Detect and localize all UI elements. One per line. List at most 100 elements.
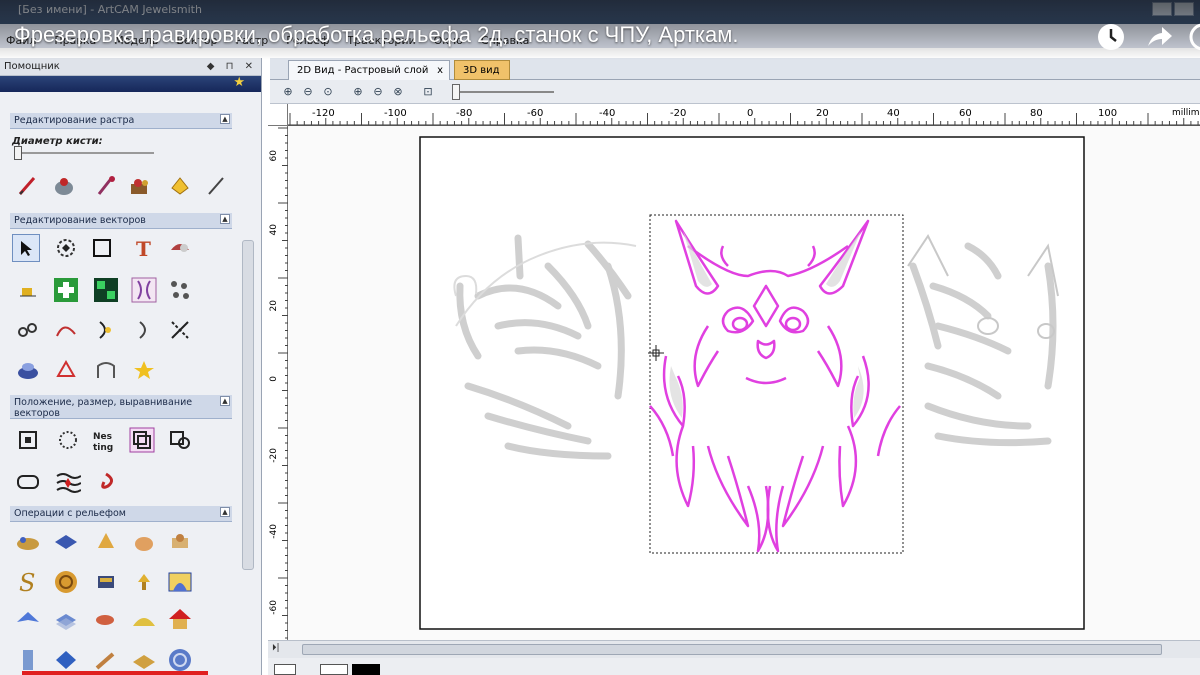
relief-pen-icon[interactable] — [92, 646, 120, 674]
zoom-toolbar: ⊕ ⊖ ⊙ ⊕ ⊖ ⊗ ⊡ — [270, 80, 1200, 104]
h-tick-label: -120 — [312, 108, 335, 119]
panel-header-buttons[interactable]: ◆ ⊓ ✕ — [207, 58, 257, 76]
info-icon[interactable] — [1188, 22, 1200, 52]
brush-diameter-slider[interactable] — [14, 146, 22, 160]
zoom-window-icon[interactable]: ⊕ — [350, 84, 366, 100]
relief-plane-icon[interactable] — [52, 528, 80, 556]
pencil-tool-icon[interactable] — [14, 172, 42, 200]
chain-icon[interactable] — [14, 316, 42, 344]
relief-diamond-icon[interactable] — [52, 646, 80, 674]
h-tick-label: 20 — [816, 108, 829, 119]
weld-icon[interactable] — [52, 276, 80, 304]
relief-bird-icon[interactable] — [14, 606, 42, 634]
relief-dome-icon[interactable] — [130, 606, 158, 634]
relief-tray-icon[interactable] — [130, 646, 158, 674]
collapse-icon[interactable]: ▲ — [220, 114, 230, 124]
zoom-out-icon[interactable]: ⊖ — [300, 84, 316, 100]
spiral-icon[interactable] — [92, 468, 120, 496]
group-icon[interactable] — [128, 426, 156, 454]
paint-bucket-icon[interactable] — [50, 172, 78, 200]
box-shape-icon[interactable] — [14, 468, 42, 496]
relief-combine-icon[interactable] — [14, 528, 42, 556]
h-tick-label: -40 — [599, 108, 616, 119]
minimize-button[interactable] — [1152, 2, 1172, 16]
mirror-icon[interactable] — [130, 276, 158, 304]
maximize-button[interactable] — [1174, 2, 1194, 16]
curve-icon[interactable] — [52, 316, 80, 344]
relief-fish-icon[interactable] — [92, 606, 120, 634]
v-tick-label: 40 — [269, 224, 279, 236]
panel-scrollbar[interactable] — [242, 240, 254, 570]
nesting-icon[interactable]: Nes ting — [92, 426, 120, 454]
svg-text:S: S — [19, 569, 35, 595]
section-relief-ops-label: Операции с рельефом — [14, 508, 126, 519]
color-swatch-secondary[interactable] — [352, 664, 380, 675]
relief-arch-icon[interactable] — [166, 568, 194, 596]
collapse-icon[interactable]: ▲ — [220, 396, 230, 406]
relief-offset-icon[interactable] — [166, 528, 194, 556]
select-arrow-icon[interactable] — [12, 234, 40, 262]
zoom-in-icon[interactable]: ⊕ — [280, 84, 296, 100]
bezier-node-icon[interactable] — [92, 356, 120, 384]
array-icon[interactable] — [166, 276, 194, 304]
relief-column-icon[interactable] — [14, 646, 42, 674]
section-relief-ops[interactable]: Операции с рельефом ▲ — [10, 506, 232, 522]
video-progress-bar[interactable] — [22, 671, 208, 675]
collapse-icon[interactable]: ▲ — [220, 507, 230, 517]
color-swatch[interactable] — [274, 664, 296, 675]
relief-scale-icon[interactable] — [92, 528, 120, 556]
offset-icon[interactable] — [52, 356, 80, 384]
relief-roof-icon[interactable] — [166, 606, 194, 634]
horizontal-scrollbar[interactable]: ⏵| — [268, 640, 1200, 658]
zoom-fit-icon[interactable]: ⊙ — [320, 84, 336, 100]
rotate-icon[interactable] — [54, 426, 82, 454]
artcam-screen: [Без имени] - ArtCAM Jewelsmith Файл Пра… — [0, 0, 1200, 675]
rectangle-icon[interactable] — [88, 234, 116, 262]
section-vector-edit[interactable]: Редактирование векторов ▲ — [10, 213, 232, 229]
preview-icon[interactable]: ⊡ — [420, 84, 436, 100]
paint-tool-icon[interactable] — [126, 172, 154, 200]
section-raster-edit[interactable]: Редактирование растра ▲ — [10, 113, 232, 129]
tab-3d-view[interactable]: 3D вид — [454, 60, 510, 80]
h-tick-label: 0 — [747, 108, 754, 119]
relief-sphere-icon[interactable] — [166, 646, 194, 674]
trim-icon[interactable] — [14, 276, 42, 304]
bezier-icon[interactable] — [92, 316, 120, 344]
tab-close-icon[interactable]: x — [437, 61, 443, 81]
text-tool-icon[interactable]: T — [130, 234, 158, 262]
align-icon[interactable] — [166, 426, 194, 454]
center-icon[interactable] — [14, 426, 42, 454]
share-icon[interactable] — [1144, 22, 1174, 52]
clock-icon[interactable] — [1096, 22, 1126, 52]
cut-icon[interactable] — [166, 316, 194, 344]
relief-lamp-icon[interactable] — [130, 568, 158, 596]
arc-icon[interactable] — [130, 316, 158, 344]
video-title[interactable]: Фрезеровка гравировки, обработка рельефа… — [14, 22, 739, 48]
node-edit-icon[interactable] — [52, 234, 80, 262]
zoom-previous-icon[interactable]: ⊖ — [370, 84, 386, 100]
matrix-icon[interactable] — [92, 276, 120, 304]
tab-2d-view[interactable]: 2D Вид - Растровый слой x — [288, 60, 450, 80]
shape-tool-icon[interactable] — [166, 234, 194, 262]
section-position[interactable]: Положение, размер, выравнивание векторов… — [10, 395, 232, 419]
color-swatch-primary[interactable] — [320, 664, 348, 675]
scroll-left-icon[interactable]: ⏵| — [272, 643, 280, 653]
relief-texture-icon[interactable] — [52, 568, 80, 596]
fill-icon[interactable] — [166, 172, 194, 200]
horizontal-scroll-thumb[interactable] — [302, 644, 1162, 655]
window-controls — [1152, 2, 1194, 16]
collapse-icon[interactable]: ▲ — [220, 214, 230, 224]
brush-icon[interactable] — [202, 172, 230, 200]
drawing-canvas[interactable] — [288, 126, 1200, 640]
extrude-icon[interactable] — [14, 356, 42, 384]
wave-icon[interactable] — [54, 468, 82, 496]
star-shape-icon[interactable] — [130, 356, 158, 384]
relief-book-icon[interactable] — [92, 568, 120, 596]
zoom-slider[interactable] — [452, 84, 460, 100]
relief-s-icon[interactable]: S — [14, 568, 42, 596]
dropper-icon[interactable] — [92, 172, 120, 200]
relief-layers-icon[interactable] — [52, 606, 80, 634]
zoom-all-icon[interactable]: ⊗ — [390, 84, 406, 100]
star-icon[interactable]: ★ — [233, 75, 245, 90]
relief-smooth-icon[interactable] — [130, 528, 158, 556]
